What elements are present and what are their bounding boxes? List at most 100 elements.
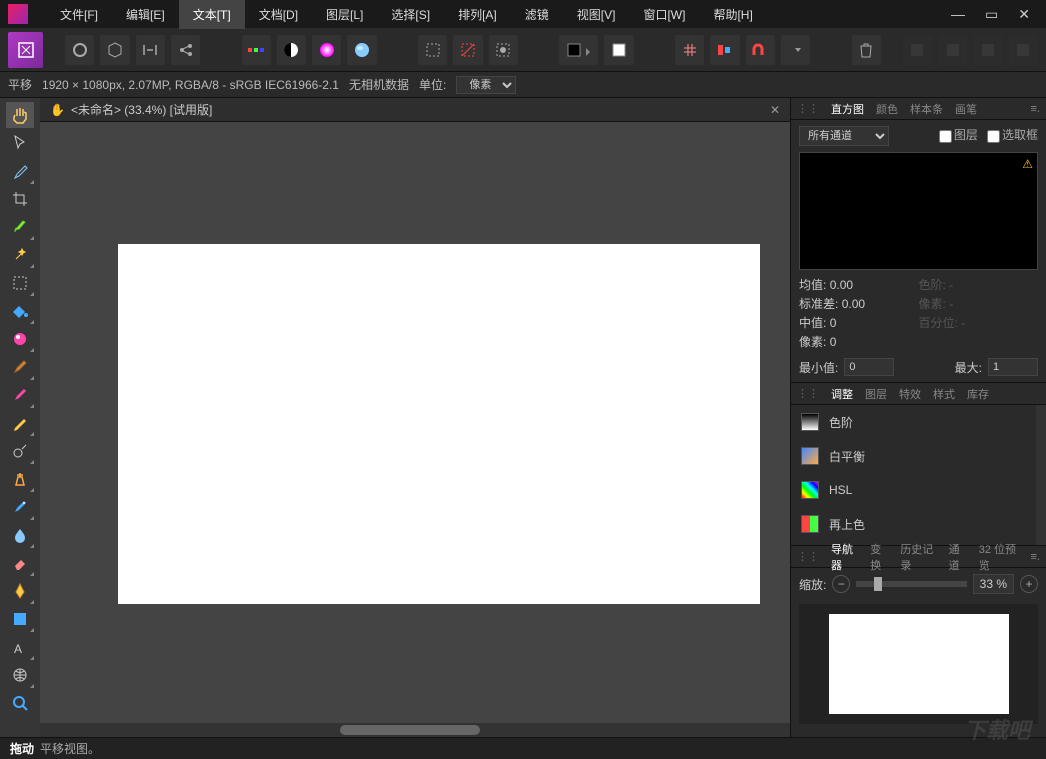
toolbar-sphere-icon[interactable] bbox=[347, 35, 376, 65]
adjustments-scrollbar[interactable] bbox=[1036, 405, 1046, 545]
toolbar-extra-1[interactable] bbox=[903, 35, 932, 65]
histogram-marquee-checkbox[interactable] bbox=[987, 130, 1000, 143]
adjustment-recolor[interactable]: 再上色 bbox=[791, 507, 1036, 541]
tool-rectangle[interactable] bbox=[6, 606, 34, 632]
toolbar-quickmask-icon[interactable] bbox=[489, 35, 518, 65]
warning-icon[interactable]: ⚠ bbox=[1022, 157, 1033, 171]
scrollbar-thumb[interactable] bbox=[340, 725, 480, 735]
context-unit-select[interactable]: 像素 bbox=[456, 76, 516, 94]
canvas-viewport[interactable] bbox=[40, 122, 790, 723]
tool-marquee[interactable] bbox=[6, 270, 34, 296]
tool-text[interactable]: A bbox=[6, 634, 34, 660]
tool-mixer-brush[interactable] bbox=[6, 382, 34, 408]
tool-zoom[interactable] bbox=[6, 690, 34, 716]
tool-selection-brush[interactable] bbox=[6, 214, 34, 240]
tab-stock[interactable]: 库存 bbox=[967, 386, 989, 402]
toolbar-extra-3[interactable] bbox=[973, 35, 1002, 65]
menu-text[interactable]: 文本[T] bbox=[179, 0, 245, 29]
horizontal-scrollbar[interactable] bbox=[40, 723, 790, 737]
toolbar-snap-options-icon[interactable] bbox=[781, 35, 810, 65]
menu-window[interactable]: 窗口[W] bbox=[629, 0, 699, 29]
tool-paint-brush[interactable] bbox=[6, 354, 34, 380]
tool-pen[interactable] bbox=[6, 578, 34, 604]
document-tab-close[interactable]: ✕ bbox=[770, 103, 780, 117]
tool-pan[interactable] bbox=[6, 102, 34, 128]
tool-pencil[interactable] bbox=[6, 410, 34, 436]
tab-channels[interactable]: 通道 bbox=[949, 541, 967, 573]
persona-photo-button[interactable] bbox=[8, 32, 43, 68]
menu-filters[interactable]: 滤镜 bbox=[511, 0, 563, 29]
canvas[interactable] bbox=[118, 244, 760, 604]
menu-arrange[interactable]: 排列[A] bbox=[444, 0, 511, 29]
toolbar-share-icon[interactable] bbox=[171, 35, 200, 65]
toolbar-snap-icon[interactable] bbox=[746, 35, 775, 65]
toolbar-extra-4[interactable] bbox=[1009, 35, 1038, 65]
toolbar-stroke-icon[interactable] bbox=[604, 35, 633, 65]
tool-magic-wand[interactable] bbox=[6, 242, 34, 268]
panel-options-icon[interactable]: ≡. bbox=[1031, 551, 1040, 563]
tool-crop[interactable] bbox=[6, 186, 34, 212]
tab-swatches[interactable]: 样本条 bbox=[910, 101, 943, 117]
menu-view[interactable]: 视图[V] bbox=[563, 0, 630, 29]
tab-brushes[interactable]: 画笔 bbox=[955, 101, 977, 117]
zoom-percent[interactable]: 33 % bbox=[973, 574, 1014, 594]
menu-file[interactable]: 文件[F] bbox=[46, 0, 112, 29]
toolbar-circle-icon[interactable] bbox=[65, 35, 94, 65]
close-button[interactable]: ✕ bbox=[1018, 6, 1030, 23]
tool-gradient[interactable] bbox=[6, 326, 34, 352]
adjustment-white-balance[interactable]: 白平衡 bbox=[791, 439, 1036, 473]
menu-document[interactable]: 文档[D] bbox=[245, 0, 312, 29]
toolbar-cube-icon[interactable] bbox=[100, 35, 129, 65]
tab-transform[interactable]: 变换 bbox=[870, 541, 888, 573]
tab-histogram[interactable]: 直方图 bbox=[831, 101, 864, 117]
tab-adjustments[interactable]: 调整 bbox=[831, 386, 853, 402]
tool-clone[interactable] bbox=[6, 466, 34, 492]
toolbar-contrast-icon[interactable] bbox=[277, 35, 306, 65]
tool-healing[interactable] bbox=[6, 494, 34, 520]
toolbar-swatches-icon[interactable] bbox=[242, 35, 271, 65]
toolbar-align-icon[interactable] bbox=[710, 35, 739, 65]
tool-eraser[interactable] bbox=[6, 550, 34, 576]
menu-edit[interactable]: 编辑[E] bbox=[112, 0, 179, 29]
toolbar-fill-icon[interactable] bbox=[559, 35, 598, 65]
tool-move[interactable] bbox=[6, 130, 34, 156]
tab-history[interactable]: 历史记录 bbox=[900, 541, 936, 573]
tool-flood-fill[interactable] bbox=[6, 298, 34, 324]
hist-min-input[interactable] bbox=[844, 358, 894, 376]
toolbar-grid-icon[interactable] bbox=[675, 35, 704, 65]
panel-grip-icon[interactable]: ⋮⋮ bbox=[797, 387, 819, 400]
maximize-button[interactable]: ▭ bbox=[985, 6, 998, 23]
toolbar-marquee-icon[interactable] bbox=[418, 35, 447, 65]
tab-navigator[interactable]: 导航器 bbox=[831, 541, 858, 573]
tab-layers[interactable]: 图层 bbox=[865, 386, 887, 402]
tool-dodge-burn[interactable] bbox=[6, 438, 34, 464]
toolbar-extra-2[interactable] bbox=[938, 35, 967, 65]
zoom-slider[interactable] bbox=[856, 581, 966, 587]
zoom-in-button[interactable]: + bbox=[1020, 575, 1038, 593]
tool-blur[interactable] bbox=[6, 522, 34, 548]
adjustment-levels[interactable]: 色阶 bbox=[791, 405, 1036, 439]
tool-eyedropper[interactable] bbox=[6, 158, 34, 184]
adjustment-hsl[interactable]: HSL bbox=[791, 473, 1036, 507]
toolbar-trash-icon[interactable] bbox=[852, 35, 881, 65]
panel-grip-icon[interactable]: ⋮⋮ bbox=[797, 102, 819, 115]
histogram-channel-select[interactable]: 所有通道 bbox=[799, 126, 889, 146]
minimize-button[interactable]: — bbox=[951, 6, 965, 23]
toolbar-mirror-icon[interactable] bbox=[136, 35, 165, 65]
navigator-preview[interactable] bbox=[799, 604, 1038, 724]
menu-help[interactable]: 帮助[H] bbox=[699, 0, 766, 29]
tab-effects[interactable]: 特效 bbox=[899, 386, 921, 402]
zoom-out-button[interactable]: − bbox=[832, 575, 850, 593]
menu-select[interactable]: 选择[S] bbox=[377, 0, 444, 29]
tab-styles[interactable]: 样式 bbox=[933, 386, 955, 402]
histogram-layer-checkbox[interactable] bbox=[939, 130, 952, 143]
menu-layer[interactable]: 图层[L] bbox=[312, 0, 377, 29]
toolbar-crop-icon[interactable] bbox=[453, 35, 482, 65]
tool-mesh-warp[interactable] bbox=[6, 662, 34, 688]
tab-color[interactable]: 颜色 bbox=[876, 101, 898, 117]
zoom-slider-thumb[interactable] bbox=[874, 577, 882, 591]
document-tab-title[interactable]: <未命名> (33.4%) [试用版] bbox=[71, 101, 212, 118]
panel-options-icon[interactable]: ≡. bbox=[1031, 103, 1040, 115]
tab-32bit[interactable]: 32 位预览 bbox=[979, 541, 1019, 573]
hist-max-input[interactable] bbox=[988, 358, 1038, 376]
